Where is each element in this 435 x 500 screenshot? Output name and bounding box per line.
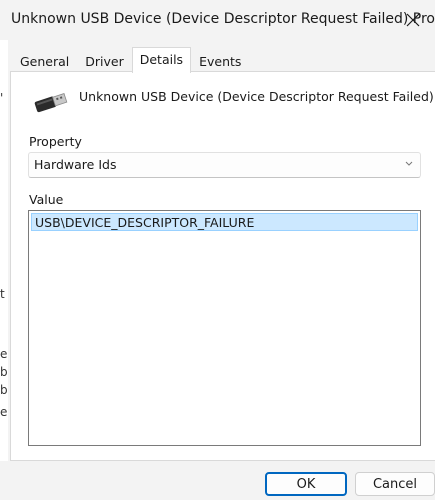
close-button[interactable]	[391, 0, 435, 40]
window-title: Unknown USB Device (Device Descriptor Re…	[11, 11, 435, 27]
ok-button[interactable]: OK	[265, 472, 347, 496]
value-label: Value	[29, 192, 64, 207]
property-selected-value: Hardware Ids	[34, 157, 117, 172]
dialog-footer: OK Cancel	[0, 461, 435, 500]
list-item-text: USB\DEVICE_DESCRIPTOR_FAILURE	[35, 215, 255, 230]
property-label: Property	[29, 134, 82, 149]
background-text-fragment: b	[0, 383, 8, 397]
tab-driver[interactable]: Driver	[77, 49, 131, 72]
value-listbox[interactable]: USB\DEVICE_DESCRIPTOR_FAILURE	[28, 210, 421, 446]
properties-dialog: Unknown USB Device (Device Descriptor Re…	[0, 0, 435, 500]
list-item[interactable]: USB\DEVICE_DESCRIPTOR_FAILURE	[31, 213, 418, 231]
cancel-button[interactable]: Cancel	[355, 472, 435, 496]
background-text-fragment: e	[0, 347, 8, 361]
tab-events[interactable]: Events	[191, 49, 249, 72]
close-icon	[406, 13, 420, 27]
property-dropdown[interactable]: Hardware Ids	[28, 152, 421, 178]
background-text-fragment: e	[0, 405, 8, 419]
tab-general[interactable]: General	[12, 49, 77, 72]
background-text-fragment: '	[0, 91, 4, 105]
background-text-fragment: t	[0, 287, 5, 301]
details-panel: Unknown USB Device (Device Descriptor Re…	[10, 71, 435, 461]
chevron-down-icon	[405, 161, 413, 166]
usb-connector-icon	[34, 93, 68, 113]
device-name: Unknown USB Device (Device Descriptor Re…	[79, 89, 434, 104]
tab-details[interactable]: Details	[131, 47, 192, 73]
title-bar[interactable]: Unknown USB Device (Device Descriptor Re…	[0, 0, 435, 40]
tab-bar: General Driver Details Events	[12, 46, 249, 73]
background-text-fragment: b	[0, 365, 8, 379]
background-window-edge: ' t e b b e	[0, 40, 8, 500]
